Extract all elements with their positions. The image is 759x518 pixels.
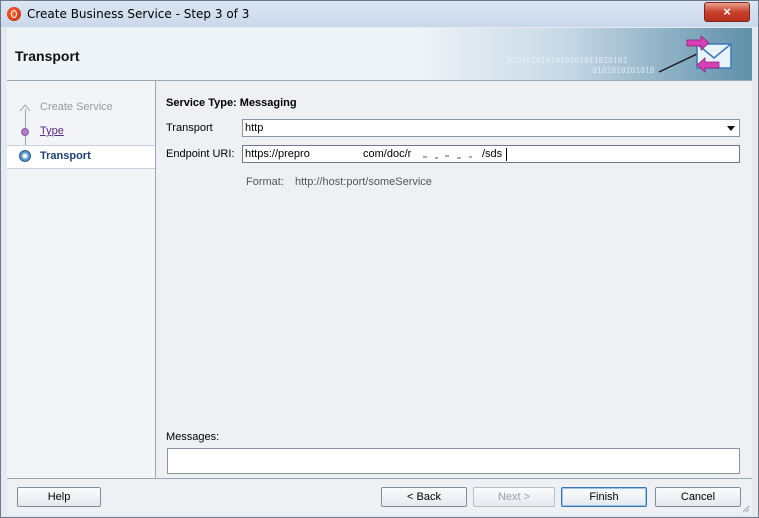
- format-hint-value: http://host:port/someService: [294, 176, 432, 188]
- help-button[interactable]: Help: [17, 487, 101, 507]
- text-cursor: [506, 148, 507, 161]
- page-title: Transport: [15, 48, 80, 64]
- messages-label: Messages:: [166, 431, 220, 443]
- envelope-arrows-icon: [658, 35, 732, 73]
- header-decoration-text: 0101010101010101011010101: [507, 56, 628, 65]
- endpoint-uri-label: Endpoint URI:: [166, 148, 235, 160]
- close-icon: ×: [723, 4, 731, 19]
- wizard-content: Service Type: Messaging Transport http E…: [156, 81, 752, 478]
- step-label: Create Service: [40, 101, 113, 113]
- step-label: Transport: [40, 150, 91, 162]
- step-create-service: Create Service: [7, 97, 155, 119]
- endpoint-uri-text-part-1: https://prepro: [245, 148, 310, 160]
- format-hint-label: Format:: [246, 176, 284, 188]
- close-button[interactable]: ×: [704, 2, 750, 22]
- wizard-header: Transport 0101010101010101011010101 0101…: [7, 28, 752, 81]
- step-type[interactable]: Type: [7, 121, 155, 143]
- title-bar[interactable]: Create Business Service - Step 3 of 3 ×: [1, 1, 758, 27]
- next-button: Next >: [473, 487, 555, 507]
- transport-label: Transport: [166, 122, 213, 134]
- step-current-dot-icon: [19, 150, 31, 162]
- app-logo-icon: [7, 7, 21, 21]
- service-type-heading: Service Type: Messaging: [166, 97, 297, 109]
- transport-select[interactable]: http: [242, 119, 740, 137]
- endpoint-uri-text-part-2: com/doc/r: [363, 148, 412, 160]
- messages-area: [167, 448, 740, 474]
- redacted-text-marks: [423, 155, 472, 159]
- transport-select-value: http: [245, 122, 264, 134]
- header-decoration-text-2: 0101010101010: [592, 66, 655, 75]
- wizard-steps-panel: Create Service Type Transport: [7, 81, 156, 478]
- back-button[interactable]: < Back: [381, 487, 467, 507]
- step-label[interactable]: Type: [40, 125, 64, 137]
- button-bar: Help < Back Next > Finish Cancel: [7, 478, 752, 515]
- wizard-window: Create Business Service - Step 3 of 3 × …: [0, 0, 759, 518]
- chevron-down-icon[interactable]: [727, 126, 735, 131]
- endpoint-uri-text-part-3: /sds: [482, 148, 503, 160]
- resize-grip-icon[interactable]: [740, 503, 750, 513]
- window-title: Create Business Service - Step 3 of 3: [27, 7, 250, 21]
- format-hint: Format: http://host:port/someService: [246, 176, 432, 188]
- finish-button[interactable]: Finish: [561, 487, 647, 507]
- cancel-button[interactable]: Cancel: [655, 487, 741, 507]
- endpoint-uri-input[interactable]: https://prepro com/doc/r /sds: [242, 145, 740, 163]
